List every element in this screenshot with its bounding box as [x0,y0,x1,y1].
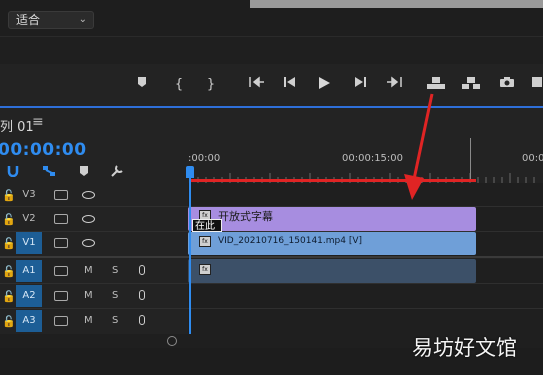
ruler-label-end: 00:00 [522,153,543,164]
step-back-button[interactable] [282,76,298,94]
mark-out-icon: } [206,77,216,92]
eye-icon[interactable] [82,239,95,247]
overwrite-button[interactable] [461,76,481,94]
sequence-tab-title[interactable]: 列 01 [0,116,34,135]
mute-button[interactable]: M [84,290,93,301]
add-marker-icon[interactable] [79,165,89,180]
settings-grid-icon [531,77,542,87]
track-name-v2[interactable]: V2 [16,208,42,230]
timeline-header [0,110,543,138]
hamburger-icon[interactable]: ≡ [32,114,44,130]
track-lane-v3[interactable] [188,183,543,207]
lock-icon[interactable]: 🔓 [2,189,16,202]
chevron-down-icon: ⌄ [78,14,87,25]
panel-focus-border [0,106,543,108]
lock-icon[interactable]: 🔓 [2,213,16,226]
film-icon[interactable] [54,238,68,248]
microphone-icon[interactable] [139,265,145,275]
lock-icon[interactable]: 🔓 [2,290,16,303]
solo-button[interactable]: S [112,315,118,326]
track-header-a3: 🔓 A3 M S [0,310,186,334]
microphone-icon[interactable] [139,315,145,325]
track-name-a2[interactable]: A2 [16,285,42,307]
step-forward-button[interactable] [352,76,368,94]
marker-icon [138,77,146,87]
mute-button[interactable]: M [84,265,93,276]
playhead-timecode[interactable]: 00:00:00 [0,140,87,160]
eye-icon[interactable] [82,215,95,223]
fx-icon: fx [199,236,211,247]
fx-icon: fx [199,264,211,275]
track-name-v1[interactable]: V1 [16,232,42,254]
solo-button[interactable]: S [112,265,118,276]
lock-icon[interactable]: 🔓 [2,265,16,278]
export-frame-button[interactable] [499,76,515,94]
playhead-line[interactable] [189,178,191,336]
linked-selection-icon[interactable] [42,165,56,180]
go-to-in-icon [249,76,264,88]
audio-clip[interactable] [188,259,476,283]
track-name-v3[interactable]: V3 [16,184,42,206]
go-to-in-button[interactable] [248,76,266,94]
annotation-arrow-icon [404,93,434,200]
overwrite-icon [462,77,480,89]
sync-lock-icon[interactable] [54,316,68,326]
solo-button[interactable]: S [112,290,118,301]
snap-icon[interactable] [7,165,19,180]
button-editor-button[interactable] [530,76,543,94]
film-icon[interactable] [54,214,68,224]
track-lane-a3[interactable] [188,309,543,334]
lock-icon[interactable]: 🔓 [2,315,16,328]
zoom-scroll-handle[interactable] [167,336,177,346]
eye-icon[interactable] [82,191,95,199]
video-audio-divider [0,256,543,258]
track-header-v2: 🔓 V2 [0,208,186,232]
play-button[interactable] [316,76,332,94]
add-marker-button[interactable] [136,76,148,94]
track-header-a2: 🔓 A2 M S [0,285,186,309]
insert-icon [427,77,445,89]
camera-icon [500,77,514,87]
track-header-a1: 🔓 A1 M S [0,260,186,284]
video-clip-label: VID_20210716_150141.mp4 [V] [218,236,363,246]
ruler-label-start: :00:00 [188,153,221,164]
mark-in-button[interactable]: { [173,76,185,94]
track-header-v1: 🔓 V1 [0,232,186,256]
step-back-icon [284,77,295,87]
track-header-v3: 🔓 V3 [0,184,186,208]
track-name-a3[interactable]: A3 [16,310,42,332]
film-icon[interactable] [54,190,68,200]
sync-lock-icon[interactable] [54,291,68,301]
video-preview [250,0,543,8]
mute-button[interactable]: M [84,315,93,326]
track-name-a1[interactable]: A1 [16,260,42,282]
monitor-time-ruler[interactable] [0,36,543,65]
step-forward-icon [355,77,366,87]
mark-in-icon: { [174,77,184,92]
zoom-fit-dropdown[interactable]: 适合 ⌄ [8,11,94,29]
playhead-handle[interactable] [186,166,194,178]
ruler-label-mid: 00:00:15:00 [342,153,404,164]
subtitle-clip-label: 开放式字幕 [218,210,273,223]
lock-icon[interactable]: 🔓 [2,237,16,250]
mark-out-button[interactable]: } [205,76,217,94]
caption-text-chip[interactable]: 在此 [192,219,222,232]
play-icon [319,77,330,89]
work-area-marker [470,138,471,182]
track-lane-a2[interactable] [188,284,543,309]
go-to-out-icon [387,76,402,88]
zoom-fit-value: 适合 [16,13,41,27]
watermark-text: 易坊好文馆 [412,336,517,360]
microphone-icon[interactable] [139,290,145,300]
sync-lock-icon[interactable] [54,266,68,276]
wrench-icon[interactable] [110,164,124,181]
